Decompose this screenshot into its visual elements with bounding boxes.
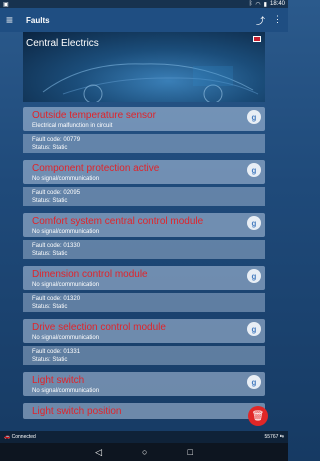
fault-meta: Fault code: 01331 Status: Static: [23, 346, 265, 365]
fault-title: Comfort system central control module: [32, 216, 204, 227]
google-icon[interactable]: g: [247, 216, 261, 230]
fault-title: Light switch position: [32, 406, 122, 417]
fault-title: Component protection active: [32, 163, 160, 174]
connection-bar: 🚗 Connected 55767 ⇆: [0, 431, 288, 443]
hero-title: Central Electrics: [26, 38, 99, 49]
share-icon[interactable]: ⤴: [256, 14, 265, 27]
fault-card[interactable]: Light switch No signal/communication g: [23, 372, 265, 396]
fault-code: Fault code: 01331: [32, 349, 81, 355]
status-icons: ᛒ ◠ ▮ 18:40: [249, 1, 285, 8]
google-icon[interactable]: g: [247, 269, 261, 283]
fault-title: Light switch: [32, 375, 85, 386]
fault-meta: Fault code: 02095 Status: Static: [23, 187, 265, 206]
connection-code: 55767 ⇆: [265, 434, 285, 440]
fault-code: Fault code: 00779: [32, 137, 81, 143]
status-bar: ▣ ᛒ ◠ ▮ 18:40: [0, 0, 288, 8]
appbar-actions: ⤴ ⋮: [256, 14, 282, 27]
delete-button[interactable]: 🗑: [248, 406, 268, 426]
fault-title: Drive selection control module: [32, 322, 166, 333]
recents-icon[interactable]: □: [187, 447, 192, 457]
fault-description: No signal/communication: [32, 335, 100, 341]
fault-status: Status: Static: [32, 145, 68, 151]
notification-icon: ▣: [3, 1, 9, 8]
car-icon: 🚗: [4, 434, 11, 440]
home-icon[interactable]: ○: [142, 447, 147, 457]
more-icon[interactable]: ⋮: [273, 14, 282, 27]
connection-code-text: 55767: [264, 434, 279, 440]
fault-status: Status: Static: [32, 304, 68, 310]
fault-meta: Fault code: 00779 Status: Static: [23, 134, 265, 153]
page-title: Faults: [26, 15, 50, 25]
fault-list: Outside temperature sensor Electrical ma…: [23, 107, 265, 419]
fault-description: No signal/communication: [32, 176, 100, 182]
google-icon[interactable]: g: [247, 322, 261, 336]
google-icon[interactable]: g: [247, 375, 261, 389]
trash-icon: 🗑: [251, 410, 265, 422]
fault-card[interactable]: Dimension control module No signal/commu…: [23, 266, 265, 290]
back-icon[interactable]: ◁: [95, 447, 102, 458]
fault-meta: Fault code: 01330 Status: Static: [23, 240, 265, 259]
device-icon: ⇆: [279, 434, 284, 440]
connection-status-text: Connected: [11, 434, 36, 440]
app-bar: ≡ Faults ⤴ ⋮: [0, 8, 288, 32]
fault-title: Outside temperature sensor: [32, 110, 156, 121]
bluetooth-icon: ᛒ: [248, 1, 253, 7]
fault-description: No signal/communication: [32, 282, 100, 288]
google-icon[interactable]: g: [247, 110, 261, 124]
fault-card[interactable]: Comfort system central control module No…: [23, 213, 265, 237]
fault-code: Fault code: 02095: [32, 190, 81, 196]
battery-icon: ▮: [263, 1, 267, 8]
fault-title: Dimension control module: [32, 269, 148, 280]
fault-code: Fault code: 01320: [32, 296, 81, 302]
fault-card[interactable]: Component protection active No signal/co…: [23, 160, 265, 184]
fault-card[interactable]: Drive selection control module No signal…: [23, 319, 265, 343]
status-time: 18:40: [269, 1, 285, 7]
google-icon[interactable]: g: [247, 163, 261, 177]
fault-code: Fault code: 01330: [32, 243, 81, 249]
fault-status: Status: Static: [32, 251, 68, 257]
fault-status: Status: Static: [32, 198, 68, 204]
fault-meta: Fault code: 01320 Status: Static: [23, 293, 265, 312]
fault-description: No signal/communication: [32, 229, 100, 235]
fault-status: Status: Static: [32, 357, 68, 363]
connection-status: 🚗 Connected: [4, 434, 36, 440]
fault-description: Electrical malfunction in circuit: [32, 123, 113, 129]
flag-icon[interactable]: [253, 36, 261, 42]
menu-icon[interactable]: ≡: [6, 13, 22, 27]
fault-card[interactable]: Outside temperature sensor Electrical ma…: [23, 107, 265, 131]
fault-description: No signal/communication: [32, 388, 100, 394]
hero-banner: Central Electrics: [23, 32, 265, 102]
system-nav-bar: ◁ ○ □: [0, 443, 288, 461]
wifi-icon: ◠: [255, 1, 261, 8]
fault-card[interactable]: Light switch position: [23, 403, 265, 419]
